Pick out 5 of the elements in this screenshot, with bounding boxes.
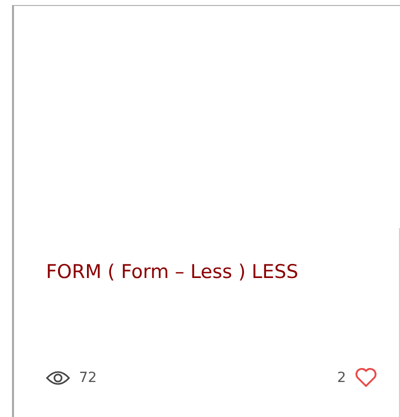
eye-icon [46, 370, 70, 386]
heart-icon[interactable] [355, 368, 377, 387]
view-count: 72 [79, 370, 97, 386]
like-count: 2 [337, 370, 346, 386]
post-title[interactable]: FORM ( Form – Less ) LESS [46, 259, 377, 285]
